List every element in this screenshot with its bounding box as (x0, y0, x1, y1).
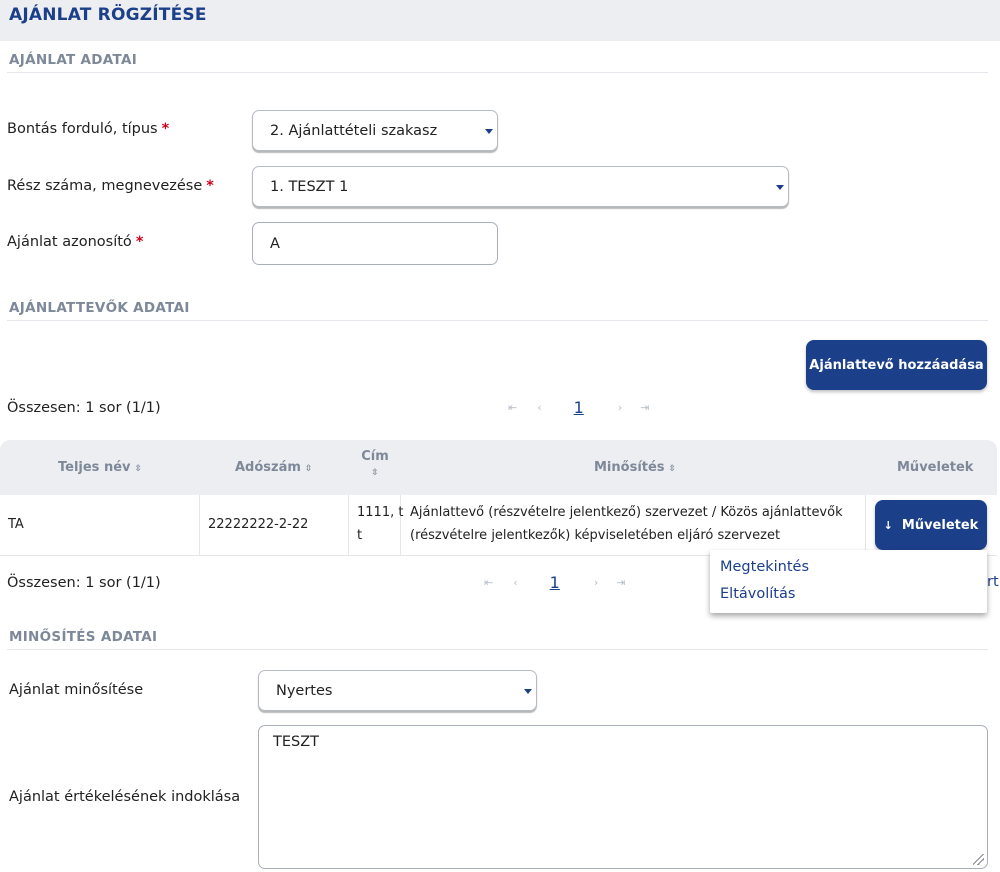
column-header-address[interactable]: Cím ⇳ (361, 449, 389, 478)
cell-tax: 22222222-2-22 (208, 517, 309, 532)
chevron-down-icon (776, 184, 784, 190)
next-page-icon[interactable]: › (594, 576, 598, 589)
reason-label: Ajánlat értékelésének indoklása (9, 789, 241, 805)
required-mark: * (206, 178, 214, 194)
section-divider (7, 649, 988, 650)
menu-item-remove[interactable]: Eltávolítás (720, 586, 795, 602)
reason-textarea[interactable]: TESZT (258, 725, 988, 869)
part-label: Rész száma, megnevezése * (7, 178, 214, 194)
page-header: AJÁNLAT RÖGZÍTÉSE (0, 0, 1000, 41)
cell-address: 1111, t t (357, 505, 404, 543)
bidders-table-header: Teljes név ⇳ Adószám ⇳ Cím ⇳ Minősítés ⇳ Mű… (0, 440, 997, 495)
offer-id-label: Ajánlat azonosító * (7, 234, 144, 250)
part-select-value: 1. TESZT 1 (270, 178, 349, 195)
required-mark: * (135, 234, 144, 250)
sort-icon: ⇳ (304, 464, 313, 474)
next-page-icon[interactable]: › (618, 401, 622, 414)
clipped-link-fragment: rt (987, 574, 999, 590)
page-number[interactable]: 1 (550, 573, 560, 592)
sort-icon: ⇳ (371, 468, 379, 478)
first-page-icon[interactable]: ⇤ (508, 401, 517, 414)
bidders-section-title: AJÁNLATTEVŐK ADATAI (9, 300, 190, 316)
round-label: Bontás forduló, típus * (7, 121, 170, 137)
column-header-qualification[interactable]: Minősítés ⇳ (594, 460, 676, 475)
row-count-summary-bottom: Összesen: 1 sor (1/1) (7, 575, 161, 591)
add-bidder-button[interactable]: Ajánlattevő hozzáadása (806, 340, 987, 390)
last-page-icon[interactable]: ⇥ (640, 401, 649, 414)
rating-select-value: Nyertes (276, 682, 333, 699)
first-page-icon[interactable]: ⇤ (484, 576, 493, 589)
rating-label: Ajánlat minősítése (9, 682, 144, 698)
last-page-icon[interactable]: ⇥ (616, 576, 625, 589)
cell-qualification: Ajánlattevő (részvételre jelentkező) sze… (410, 505, 843, 543)
column-header-actions: Műveletek (897, 460, 974, 475)
page-number[interactable]: 1 (574, 398, 584, 417)
table-row: TA 22222222-2-22 1111, t t Ajánlattevő (… (0, 495, 997, 556)
part-select[interactable]: 1. TESZT 1 (252, 166, 789, 207)
page-title: AJÁNLAT RÖGZÍTÉSE (9, 5, 207, 25)
rating-section-title: MINŐSÍTÉS ADATAI (9, 629, 158, 645)
sort-icon: ⇳ (668, 464, 677, 474)
row-actions-button[interactable]: ↓ Műveletek (875, 500, 987, 550)
offer-id-value: A (270, 235, 280, 252)
sort-icon: ⇳ (134, 464, 143, 474)
row-count-summary: Összesen: 1 sor (1/1) (7, 400, 161, 416)
required-mark: * (161, 121, 170, 137)
chevron-down-icon (524, 688, 532, 694)
pagination-top: ⇤ ‹ 1 › ⇥ (508, 398, 649, 417)
chevron-down-icon (485, 128, 493, 134)
pagination-bottom: ⇤ ‹ 1 › ⇥ (484, 573, 625, 592)
row-actions-menu: Megtekintés Eltávolítás (710, 550, 987, 613)
column-header-name[interactable]: Teljes név ⇳ (58, 460, 142, 475)
section-divider (7, 320, 988, 321)
resize-handle-icon[interactable] (973, 854, 984, 865)
cell-name: TA (8, 517, 24, 532)
offer-id-input[interactable]: A (252, 222, 498, 265)
arrow-down-icon: ↓ (883, 518, 893, 532)
prev-page-icon[interactable]: ‹ (513, 576, 517, 589)
reason-value: TESZT (273, 734, 320, 750)
rating-select[interactable]: Nyertes (258, 670, 537, 711)
column-header-tax[interactable]: Adószám ⇳ (235, 460, 312, 475)
menu-item-view[interactable]: Megtekintés (720, 559, 809, 575)
round-select[interactable]: 2. Ajánlattételi szakasz (252, 110, 498, 151)
round-select-value: 2. Ajánlattételi szakasz (270, 122, 438, 139)
prev-page-icon[interactable]: ‹ (537, 401, 541, 414)
section-divider (7, 72, 988, 73)
offer-section-title: AJÁNLAT ADATAI (9, 52, 138, 68)
